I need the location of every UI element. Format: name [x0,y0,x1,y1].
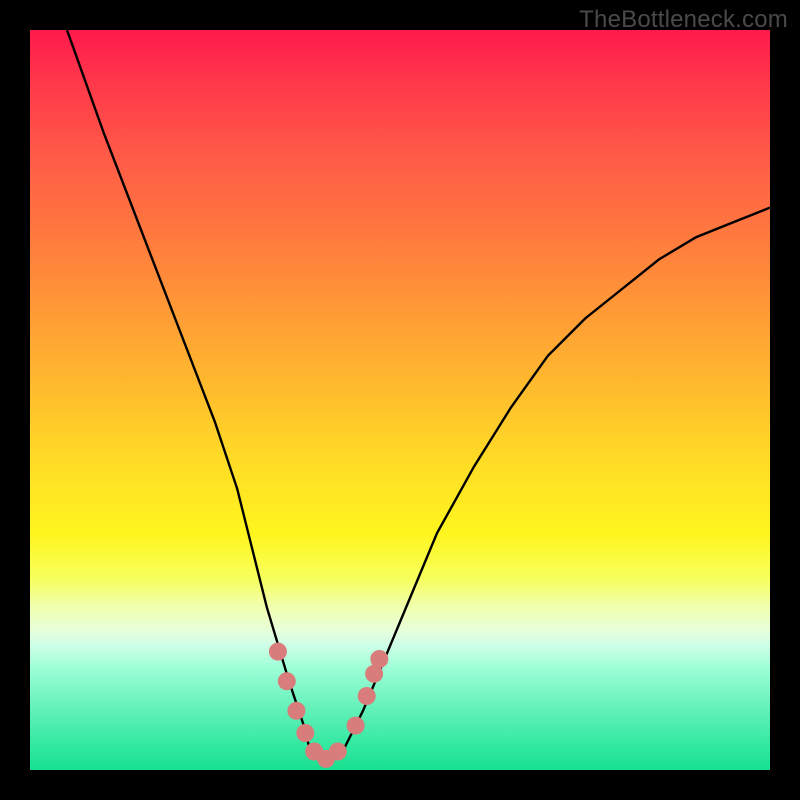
bead-marker [269,643,287,661]
curve-svg [30,30,770,770]
bead-marker [358,687,376,705]
highlight-beads [269,643,388,768]
watermark-text: TheBottleneck.com [579,6,788,34]
bead-marker [278,672,296,690]
bottleneck-curve [67,30,770,755]
bead-marker [329,743,347,761]
bead-marker [347,717,365,735]
bead-marker [287,702,305,720]
plot-area [30,30,770,770]
bead-marker [296,724,314,742]
bead-marker [370,650,388,668]
